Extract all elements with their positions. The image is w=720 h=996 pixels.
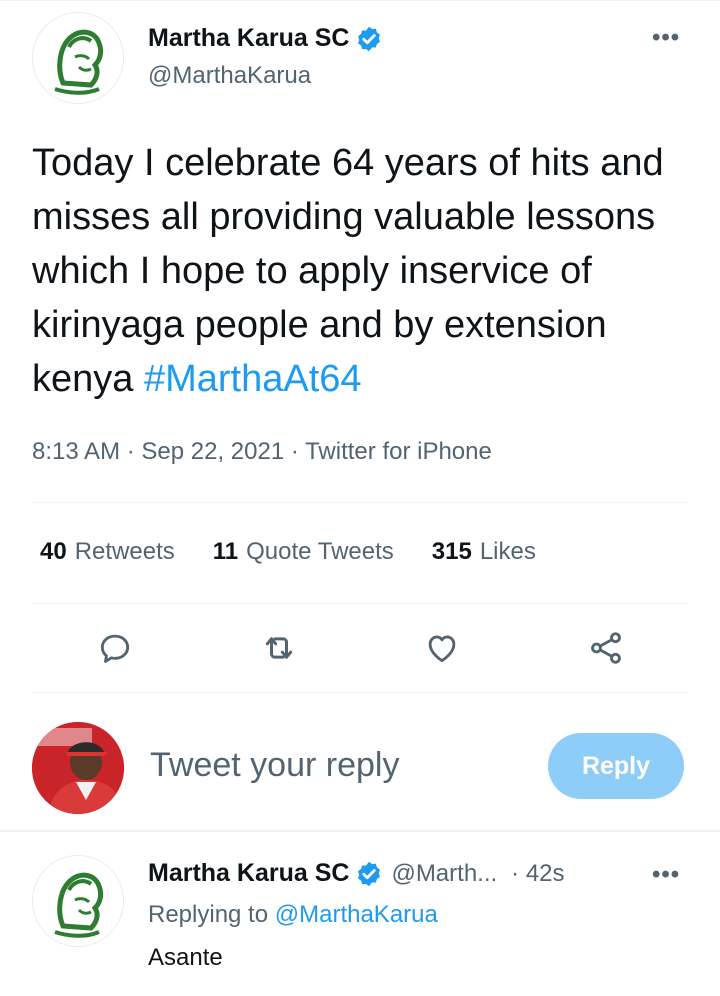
replying-to: Replying to @MarthaKarua bbox=[148, 901, 438, 929]
tweet-stats: 40 Retweets 11 Quote Tweets 315 Likes bbox=[40, 538, 536, 566]
tweet-source[interactable]: Twitter for iPhone bbox=[305, 438, 492, 465]
reply-input[interactable]: Tweet your reply bbox=[150, 746, 399, 785]
like-icon[interactable] bbox=[420, 626, 464, 670]
reply-author-avatar[interactable] bbox=[32, 855, 124, 947]
tweet-meta: 8:13 AM · Sep 22, 2021 · Twitter for iPh… bbox=[32, 438, 492, 466]
reply-time[interactable]: · 42s bbox=[511, 860, 564, 888]
profile-illustration-icon bbox=[33, 13, 123, 103]
author-display-name[interactable]: Martha Karua SC bbox=[148, 24, 349, 53]
current-user-avatar[interactable] bbox=[32, 722, 124, 814]
verified-badge-icon bbox=[358, 861, 381, 886]
tweet-time[interactable]: 8:13 AM bbox=[32, 438, 120, 465]
quote-tweets-stat[interactable]: 11 Quote Tweets bbox=[213, 538, 394, 566]
tweet-text: Today I celebrate 64 years of hits and m… bbox=[32, 136, 702, 406]
tweet-date[interactable]: Sep 22, 2021 bbox=[141, 438, 284, 465]
user-photo-icon bbox=[32, 722, 124, 814]
likes-label: Likes bbox=[479, 538, 536, 565]
more-options-icon[interactable]: ••• bbox=[652, 24, 680, 52]
author-handle[interactable]: @MarthaKarua bbox=[148, 62, 311, 90]
quote-tweets-count: 11 bbox=[212, 538, 239, 565]
replying-prefix: Replying to bbox=[148, 901, 275, 928]
divider bbox=[32, 692, 688, 693]
meta-separator: · bbox=[120, 438, 142, 465]
divider bbox=[32, 603, 688, 604]
section-divider bbox=[0, 830, 720, 832]
divider bbox=[32, 502, 688, 503]
reply-icon[interactable] bbox=[93, 626, 137, 670]
retweets-stat[interactable]: 40 Retweets bbox=[40, 538, 175, 566]
reply-author-name[interactable]: Martha Karua SC bbox=[148, 859, 349, 888]
author-avatar[interactable] bbox=[32, 12, 124, 104]
author-name-row: Martha Karua SC bbox=[148, 24, 383, 53]
hashtag-link[interactable]: #MarthaAt64 bbox=[144, 358, 362, 400]
reply-more-options-icon[interactable]: ••• bbox=[652, 861, 680, 889]
reply-button[interactable]: Reply bbox=[548, 733, 684, 799]
likes-stat[interactable]: 315 Likes bbox=[432, 538, 536, 566]
reply-header: Martha Karua SC @Marth... · 42s bbox=[148, 859, 565, 888]
likes-count: 315 bbox=[431, 538, 472, 565]
reply-author-handle[interactable]: @Marth... bbox=[391, 860, 497, 888]
reply-text: Asante bbox=[148, 944, 223, 971]
retweets-count: 40 bbox=[40, 538, 67, 565]
verified-badge-icon bbox=[358, 26, 381, 51]
profile-illustration-icon bbox=[33, 856, 123, 946]
replying-mention[interactable]: @MarthaKarua bbox=[275, 901, 438, 928]
retweets-label: Retweets bbox=[74, 538, 175, 565]
retweet-icon[interactable] bbox=[257, 626, 301, 670]
share-icon[interactable] bbox=[584, 626, 628, 670]
top-border bbox=[0, 0, 720, 1]
meta-separator: · bbox=[284, 438, 306, 465]
quote-tweets-label: Quote Tweets bbox=[246, 538, 394, 565]
